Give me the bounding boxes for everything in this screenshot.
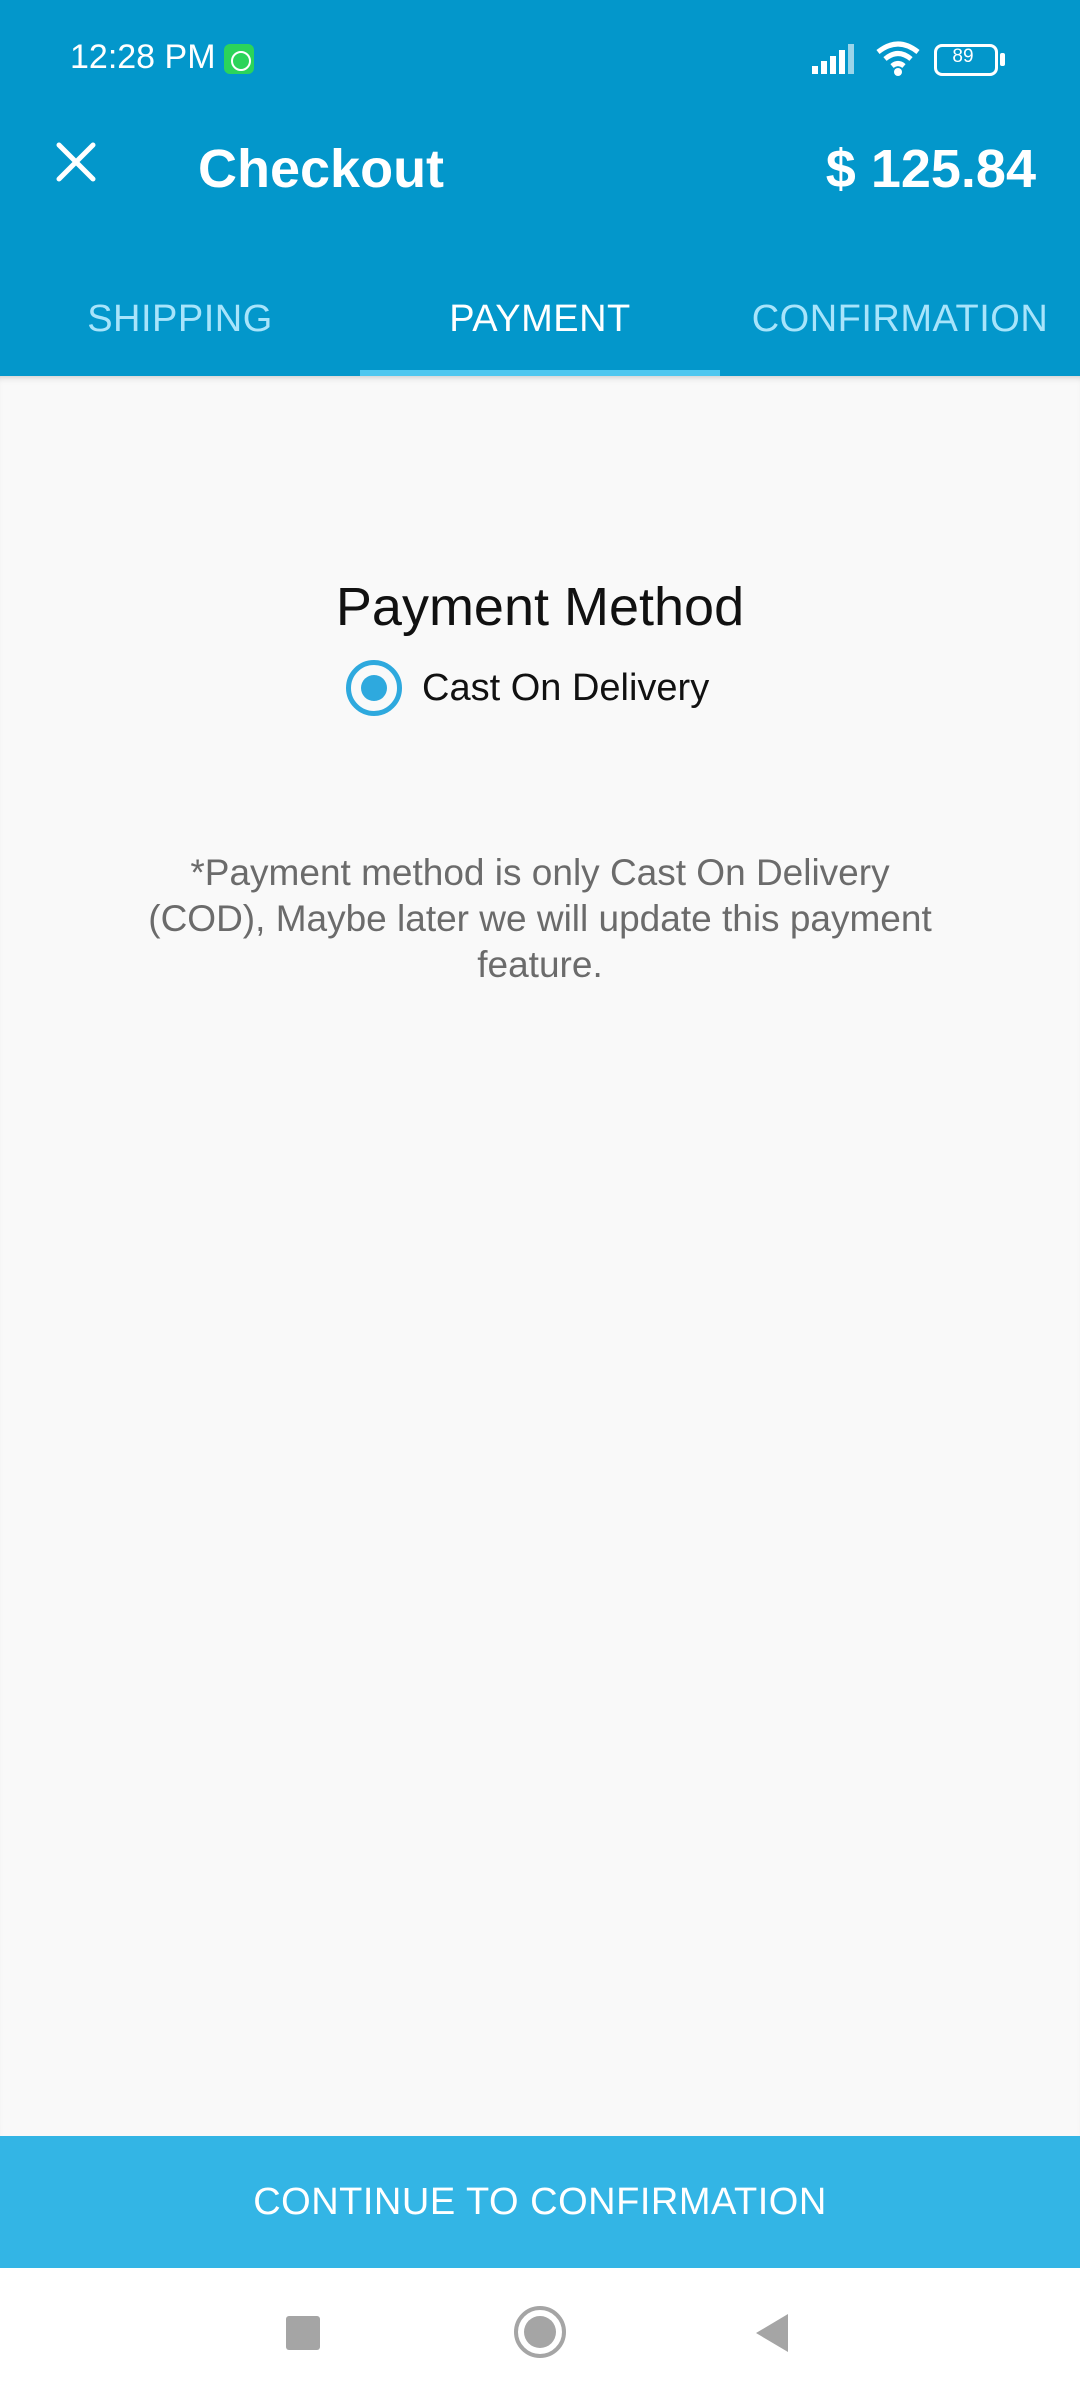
radio-selected-dot xyxy=(361,675,387,701)
battery-level: 89 xyxy=(952,46,974,67)
recent-apps-icon[interactable] xyxy=(286,2316,320,2350)
battery-icon: 89 xyxy=(934,44,1006,76)
whatsapp-icon xyxy=(224,44,254,74)
home-icon[interactable] xyxy=(514,2306,566,2358)
payment-note: *Payment method is only Cast On Delivery… xyxy=(148,852,932,985)
tab-payment[interactable]: PAYMENT xyxy=(360,262,720,376)
status-time: 12:28 PM xyxy=(70,38,216,76)
tab-shipping[interactable]: SHIPPING xyxy=(0,262,360,376)
continue-button-label: CONTINUE TO CONFIRMATION xyxy=(253,2180,827,2223)
payment-content: Payment Method Cast On Delivery *Payment… xyxy=(0,376,1080,2136)
payment-method-title: Payment Method xyxy=(335,577,745,637)
continue-to-confirmation-button[interactable]: CONTINUE TO CONFIRMATION xyxy=(0,2136,1080,2268)
order-total: $ 125.84 xyxy=(825,139,1036,199)
back-icon[interactable] xyxy=(756,2314,788,2352)
status-bar: 12:28 PM 89 xyxy=(0,0,1080,120)
page-title: Checkout xyxy=(198,139,445,199)
radio-button[interactable] xyxy=(346,660,402,716)
payment-option-label: Cast On Delivery xyxy=(422,666,710,709)
checkout-tabs: SHIPPING PAYMENT CONFIRMATION xyxy=(0,262,1080,376)
app-bar: 12:28 PM 89 Checkout $ 125.84 SHIPPING P… xyxy=(0,0,1080,376)
tab-payment-label: PAYMENT xyxy=(449,297,631,340)
wifi-icon xyxy=(876,41,920,76)
payment-option-cod[interactable]: Cast On Delivery xyxy=(346,658,709,718)
close-icon[interactable] xyxy=(40,126,112,198)
tab-confirmation-label: CONFIRMATION xyxy=(751,297,1049,340)
tab-shipping-label: SHIPPING xyxy=(87,297,273,340)
tab-confirmation[interactable]: CONFIRMATION xyxy=(720,262,1080,376)
signal-icon xyxy=(812,44,854,74)
system-nav-bar xyxy=(0,2268,1080,2400)
